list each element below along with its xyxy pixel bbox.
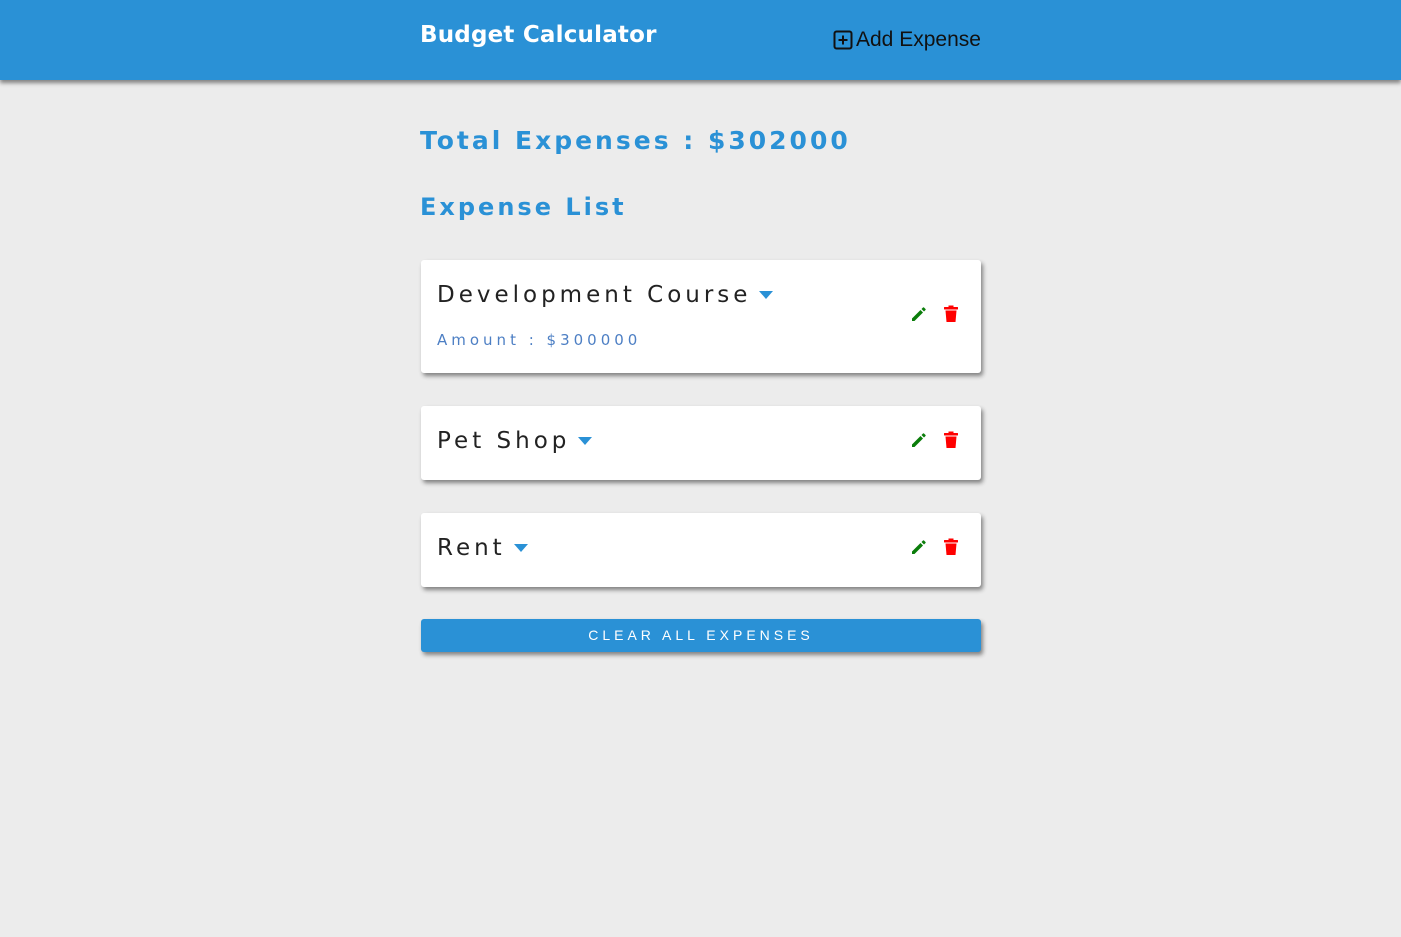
add-expense-button[interactable]: Add Expense bbox=[833, 28, 981, 52]
pencil-icon[interactable] bbox=[910, 538, 928, 556]
expense-list-title: Expense List bbox=[420, 193, 627, 221]
expense-card: Pet Shop bbox=[421, 406, 981, 480]
trash-icon[interactable] bbox=[943, 431, 959, 449]
expense-name-row: Rent bbox=[437, 535, 528, 561]
caret-down-icon[interactable] bbox=[513, 543, 528, 553]
clear-all-expenses-button[interactable]: CLEAR ALL EXPENSES bbox=[421, 619, 981, 652]
pencil-icon[interactable] bbox=[910, 305, 928, 323]
expense-amount: Amount : $300000 bbox=[437, 331, 642, 349]
plus-square-icon bbox=[833, 30, 856, 50]
expense-name-row: Pet Shop bbox=[437, 428, 593, 454]
expense-name-row: Development Course bbox=[437, 282, 774, 308]
trash-icon[interactable] bbox=[943, 305, 959, 323]
expense-name: Rent bbox=[437, 535, 506, 561]
app-title: Budget Calculator bbox=[420, 22, 657, 48]
caret-down-icon[interactable] bbox=[759, 290, 774, 300]
pencil-icon[interactable] bbox=[910, 431, 928, 449]
caret-down-icon[interactable] bbox=[578, 436, 593, 446]
expense-card: Development Course Amount : $300000 bbox=[421, 260, 981, 373]
app-header: Budget Calculator Add Expense bbox=[0, 0, 1401, 80]
expense-name: Pet Shop bbox=[437, 428, 571, 454]
add-expense-label: Add Expense bbox=[856, 28, 981, 51]
total-expenses: Total Expenses : $302000 bbox=[420, 126, 851, 155]
trash-icon[interactable] bbox=[943, 538, 959, 556]
expense-card: Rent bbox=[421, 513, 981, 587]
expense-name: Development Course bbox=[437, 282, 752, 308]
